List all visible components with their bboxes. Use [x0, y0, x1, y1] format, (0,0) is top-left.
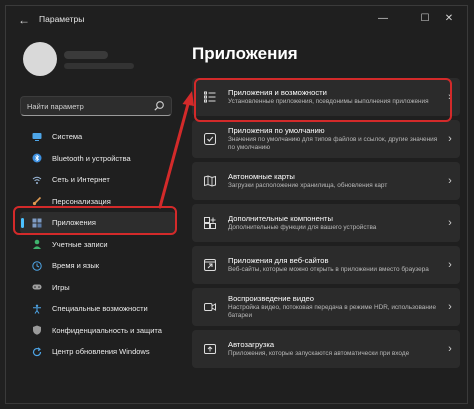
card-title: Воспроизведение видео	[228, 293, 314, 303]
account-name-blurred	[64, 51, 108, 59]
card-title: Автозагрузка	[228, 339, 275, 349]
sidebar-item-network[interactable]: Сеть и Интернет	[20, 169, 176, 191]
apps-list-icon	[204, 91, 216, 103]
card-description: Загрузки расположение хранилища, обновле…	[228, 181, 388, 189]
components-icon	[204, 217, 216, 229]
wifi-icon	[32, 176, 42, 184]
card-title: Приложения и возможности	[228, 87, 327, 97]
shield-icon	[33, 325, 41, 335]
chevron-right-icon: ›	[448, 133, 452, 145]
video-icon	[204, 303, 216, 311]
sidebar-item-label: Конфиденциальность и защита	[52, 325, 162, 335]
card-title: Дополнительные компоненты	[228, 213, 333, 223]
avatar[interactable]	[23, 42, 57, 76]
card-description: Настройка видео, потоковая передача в ре…	[228, 303, 437, 320]
default-apps-icon	[204, 133, 216, 145]
card-startup[interactable]: Автозагрузка Приложения, которые запуска…	[192, 330, 460, 368]
search-box[interactable]	[20, 96, 172, 116]
maximize-icon[interactable]: ☐	[416, 12, 434, 26]
sidebar-item-time-language[interactable]: Время и язык	[20, 255, 176, 277]
card-apps-features[interactable]: Приложения и возможности Установленные п…	[192, 78, 460, 116]
card-description: Дополнительные функции для вашего устрой…	[228, 223, 377, 231]
sidebar-item-apps[interactable]: Приложения	[20, 212, 176, 234]
web-apps-icon	[204, 259, 216, 271]
sidebar-item-label: Система	[52, 132, 83, 142]
accessibility-icon	[33, 304, 41, 314]
card-title: Приложения для веб-сайтов	[228, 255, 329, 265]
sidebar-item-windows-update[interactable]: Центр обновления Windows	[20, 341, 176, 363]
startup-icon	[204, 344, 216, 354]
sidebar-item-label: Сеть и Интернет	[52, 175, 110, 185]
card-optional-features[interactable]: Дополнительные компоненты Дополнительные…	[192, 204, 460, 242]
sidebar-item-label: Bluetooth и устройства	[52, 153, 131, 163]
chevron-right-icon: ›	[448, 259, 452, 271]
card-apps-for-websites[interactable]: Приложения для веб-сайтов Веб-сайты, кот…	[192, 246, 460, 284]
chevron-right-icon: ›	[448, 91, 452, 103]
card-default-apps[interactable]: Приложения по умолчанию Значения по умол…	[192, 120, 460, 158]
close-icon[interactable]: ✕	[440, 12, 458, 26]
sidebar-item-gaming[interactable]: Игры	[20, 277, 176, 299]
bluetooth-icon	[32, 153, 42, 163]
sidebar-item-label: Специальные возможности	[52, 304, 148, 314]
person-icon	[33, 239, 41, 250]
sidebar-nav: Система Bluetooth и устройства Сеть и Ин…	[20, 126, 176, 363]
chevron-right-icon: ›	[448, 343, 452, 355]
card-description: Веб-сайты, которые можно открыть в прило…	[228, 265, 429, 273]
card-video-playback[interactable]: Воспроизведение видео Настройка видео, п…	[192, 288, 460, 326]
card-title: Автономные карты	[228, 171, 295, 181]
sidebar-item-label: Персонализация	[52, 196, 111, 206]
minimize-icon[interactable]: —	[374, 12, 392, 26]
sidebar-item-system[interactable]: Система	[20, 126, 176, 148]
monitor-icon	[32, 132, 42, 141]
chevron-right-icon: ›	[448, 217, 452, 229]
card-description: Приложения, которые запускаются автомати…	[228, 349, 410, 357]
sidebar-item-label: Игры	[52, 282, 70, 292]
sidebar-item-label: Приложения	[52, 218, 96, 228]
sidebar-item-accounts[interactable]: Учетные записи	[20, 234, 176, 256]
sidebar-item-personalization[interactable]: Персонализация	[20, 191, 176, 213]
window-title: Параметры	[39, 14, 85, 24]
sidebar-item-accessibility[interactable]: Специальные возможности	[20, 298, 176, 320]
chevron-right-icon: ›	[448, 175, 452, 187]
globe-clock-icon	[32, 261, 42, 271]
sidebar-item-label: Время и язык	[52, 261, 100, 271]
card-offline-maps[interactable]: Автономные карты Загрузки расположение х…	[192, 162, 460, 200]
title-bar: ← Параметры — ☐ ✕	[6, 6, 467, 34]
account-email-blurred	[64, 63, 134, 69]
map-icon	[204, 175, 216, 187]
settings-cards: Приложения и возможности Установленные п…	[192, 78, 460, 372]
chevron-right-icon: ›	[448, 301, 452, 313]
search-icon[interactable]	[153, 100, 165, 112]
settings-window: ← Параметры — ☐ ✕ Система Bluetooth и ус…	[5, 5, 468, 404]
sidebar-item-label: Центр обновления Windows	[52, 347, 150, 357]
search-input[interactable]	[27, 100, 147, 112]
apps-icon	[32, 218, 42, 228]
sidebar-item-label: Учетные записи	[52, 239, 108, 249]
back-arrow-icon[interactable]: ←	[18, 13, 30, 27]
gamepad-icon	[32, 284, 42, 290]
card-description: Значения по умолчанию для типов файлов и…	[228, 135, 438, 152]
brush-icon	[32, 197, 42, 206]
sidebar-item-privacy[interactable]: Конфиденциальность и защита	[20, 320, 176, 342]
card-title: Приложения по умолчанию	[228, 125, 325, 135]
page-title: Приложения	[192, 44, 298, 63]
sidebar-item-bluetooth[interactable]: Bluetooth и устройства	[20, 148, 176, 170]
update-icon	[32, 347, 42, 356]
card-description: Установленные приложения, псевдонимы вып…	[228, 97, 429, 105]
